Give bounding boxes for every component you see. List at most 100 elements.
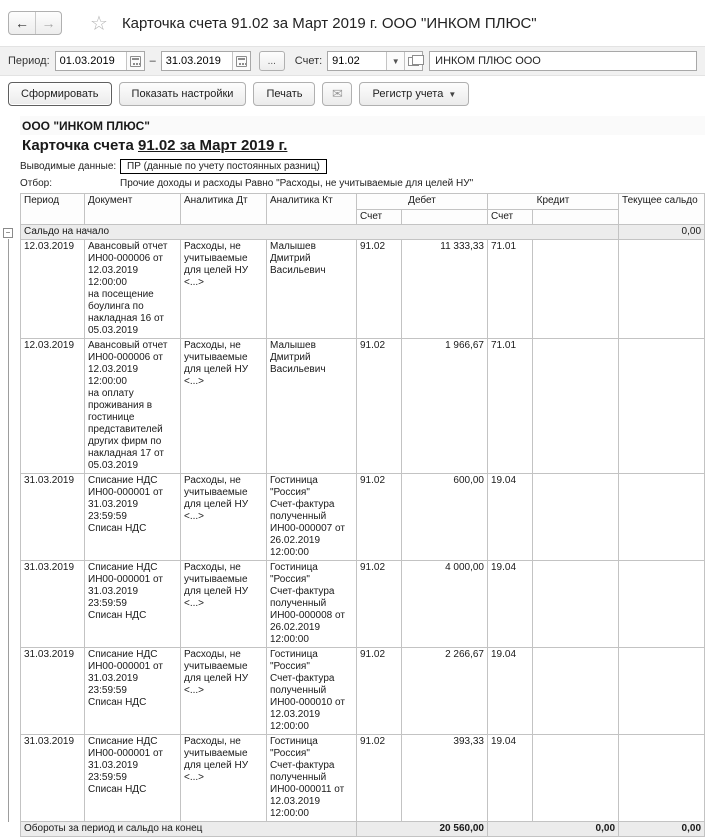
cell-analytics-kt[interactable]: Гостиница "Россия" Счет-фактура полученн…	[266, 560, 357, 648]
cell-debit-account[interactable]: 91.02	[356, 338, 402, 474]
cell-debit-amount[interactable]: 393,33	[401, 734, 488, 822]
cell-period[interactable]: 12.03.2019	[20, 338, 85, 474]
group-line	[8, 239, 9, 822]
cell-credit-account[interactable]: 19.04	[487, 560, 533, 648]
cell-debit-account[interactable]: 91.02	[356, 560, 402, 648]
cell-analytics-kt[interactable]: Гостиница "Россия" Счет-фактура полученн…	[266, 734, 357, 822]
cell-credit-amount[interactable]	[531, 647, 620, 735]
period-to-input[interactable]	[161, 52, 232, 70]
cell-analytics-kt[interactable]: Малышев Дмитрий Васильевич	[266, 338, 357, 474]
totals-debit[interactable]: 20 560,00	[356, 821, 488, 837]
cell-credit-amount[interactable]	[531, 239, 620, 339]
cell-analytics-dt[interactable]: Расходы, не учитываемые для целей НУ <..…	[180, 647, 267, 735]
period-to-field	[160, 51, 251, 71]
cell-analytics-dt[interactable]: Расходы, не учитываемые для целей НУ <..…	[180, 239, 267, 339]
cell-analytics-kt[interactable]: Гостиница "Россия" Счет-фактура полученн…	[266, 647, 357, 735]
cell-credit-account[interactable]: 71.01	[487, 239, 533, 339]
cell-debit-amount[interactable]: 2 266,67	[401, 647, 488, 735]
cell-document[interactable]: Списание НДС ИН00-000001 от 31.03.2019 2…	[84, 734, 181, 822]
print-button[interactable]: Печать	[253, 82, 316, 106]
report-table-header: Период Документ Аналитика Дт Аналитика К…	[20, 193, 705, 225]
cell-analytics-dt[interactable]: Расходы, не учитываемые для целей НУ <..…	[180, 560, 267, 648]
cell-analytics-kt[interactable]: Гостиница "Россия" Счет-фактура полученн…	[266, 473, 357, 561]
cell-balance[interactable]	[618, 338, 705, 474]
cell-debit-amount[interactable]: 600,00	[401, 473, 488, 561]
collapse-group-button[interactable]: −	[3, 228, 13, 238]
output-data-label: Выводимые данные:	[20, 161, 117, 172]
cell-period[interactable]: 12.03.2019	[20, 239, 85, 339]
totals-credit[interactable]: 0,00	[486, 821, 620, 837]
cell-credit-account[interactable]: 19.04	[487, 734, 533, 822]
cell-credit-account[interactable]: 19.04	[487, 473, 533, 561]
cell-debit-amount[interactable]: 1 966,67	[401, 338, 488, 474]
cell-document[interactable]: Списание НДС ИН00-000001 от 31.03.2019 2…	[84, 560, 181, 648]
history-nav: ← →	[8, 11, 62, 35]
cell-balance[interactable]	[618, 239, 705, 339]
opening-balance-row: Сальдо на начало 0,00	[19, 224, 705, 240]
cell-analytics-dt[interactable]: Расходы, не учитываемые для целей НУ <..…	[180, 338, 267, 474]
calendar-button[interactable]	[125, 52, 144, 70]
account-field: ▼	[327, 51, 425, 71]
output-data-value: ПР (данные по учету постоянных разниц)	[120, 159, 327, 174]
report-organization: ООО "ИНКОМ ПЛЮС"	[20, 116, 705, 135]
totals-balance[interactable]: 0,00	[618, 821, 705, 837]
account-input[interactable]	[328, 52, 387, 70]
cell-balance[interactable]	[618, 560, 705, 648]
cell-document[interactable]: Списание НДС ИН00-000001 от 31.03.2019 2…	[84, 647, 181, 735]
generate-button[interactable]: Сформировать	[8, 82, 112, 106]
opening-balance-value[interactable]: 0,00	[618, 224, 705, 240]
period-picker-button[interactable]: ...	[258, 51, 285, 71]
choose-from-list-icon	[408, 54, 425, 66]
period-from-input[interactable]	[55, 52, 126, 70]
send-mail-button[interactable]: ✉	[322, 82, 353, 106]
cell-analytics-kt[interactable]: Малышев Дмитрий Васильевич	[266, 239, 357, 339]
cell-credit-amount[interactable]	[531, 473, 620, 561]
back-button[interactable]: ←	[9, 12, 35, 34]
cell-credit-amount[interactable]	[531, 338, 620, 474]
account-choose-button[interactable]	[404, 52, 425, 70]
filter-row-value: Прочие доходы и расходы Равно "Расходы, …	[120, 178, 474, 189]
table-row: 31.03.2019 Списание НДС ИН00-000001 от 3…	[20, 734, 705, 822]
organization-field[interactable]: ИНКОМ ПЛЮС ООО	[429, 51, 697, 71]
cell-debit-account[interactable]: 91.02	[356, 473, 402, 561]
cell-period[interactable]: 31.03.2019	[20, 473, 85, 561]
totals-row: Обороты за период и сальдо на конец 20 5…	[20, 821, 705, 837]
totals-label[interactable]: Обороты за период и сальдо на конец	[20, 821, 357, 837]
forward-button[interactable]: →	[35, 12, 61, 34]
cell-debit-account[interactable]: 91.02	[356, 734, 402, 822]
cell-document[interactable]: Списание НДС ИН00-000001 от 31.03.2019 2…	[84, 473, 181, 561]
cell-document[interactable]: Авансовый отчет ИН00-000006 от 12.03.201…	[84, 239, 181, 339]
cell-period[interactable]: 31.03.2019	[20, 647, 85, 735]
report-window: ← → ☆ Карточка счета 91.02 за Март 2019 …	[0, 0, 705, 837]
header-debit-account: Счет	[356, 209, 402, 225]
favorite-star-icon[interactable]: ☆	[90, 11, 108, 36]
show-settings-button[interactable]: Показать настройки	[118, 82, 247, 106]
cell-analytics-dt[interactable]: Расходы, не учитываемые для целей НУ <..…	[180, 734, 267, 822]
filter-bar: Период: – ... Счет: ▼ ИНКОМ ПЛЮС ООО	[0, 46, 705, 76]
register-menu-button[interactable]: Регистр учета ▼	[359, 82, 470, 106]
cell-period[interactable]: 31.03.2019	[20, 560, 85, 648]
header-period: Период	[20, 193, 85, 225]
period-label: Период:	[8, 55, 50, 67]
cell-debit-account[interactable]: 91.02	[356, 239, 402, 339]
cell-period[interactable]: 31.03.2019	[20, 734, 85, 822]
cell-balance[interactable]	[618, 647, 705, 735]
cell-document[interactable]: Авансовый отчет ИН00-000006 от 12.03.201…	[84, 338, 181, 474]
register-menu-label: Регистр учета	[372, 88, 444, 100]
calendar-button[interactable]	[231, 52, 250, 70]
cell-debit-amount[interactable]: 11 333,33	[401, 239, 488, 339]
cell-debit-account[interactable]: 91.02	[356, 647, 402, 735]
cell-credit-amount[interactable]	[531, 734, 620, 822]
header-credit: Кредит	[486, 193, 620, 210]
header-analytics-kt: Аналитика Кт	[266, 193, 357, 225]
envelope-icon: ✉	[332, 86, 343, 101]
cell-balance[interactable]	[618, 473, 705, 561]
cell-analytics-dt[interactable]: Расходы, не учитываемые для целей НУ <..…	[180, 473, 267, 561]
cell-credit-account[interactable]: 71.01	[487, 338, 533, 474]
cell-debit-amount[interactable]: 4 000,00	[401, 560, 488, 648]
cell-credit-account[interactable]: 19.04	[487, 647, 533, 735]
account-dropdown-button[interactable]: ▼	[386, 52, 405, 70]
opening-balance-label[interactable]: Сальдо на начало	[19, 224, 620, 240]
cell-balance[interactable]	[618, 734, 705, 822]
cell-credit-amount[interactable]	[531, 560, 620, 648]
